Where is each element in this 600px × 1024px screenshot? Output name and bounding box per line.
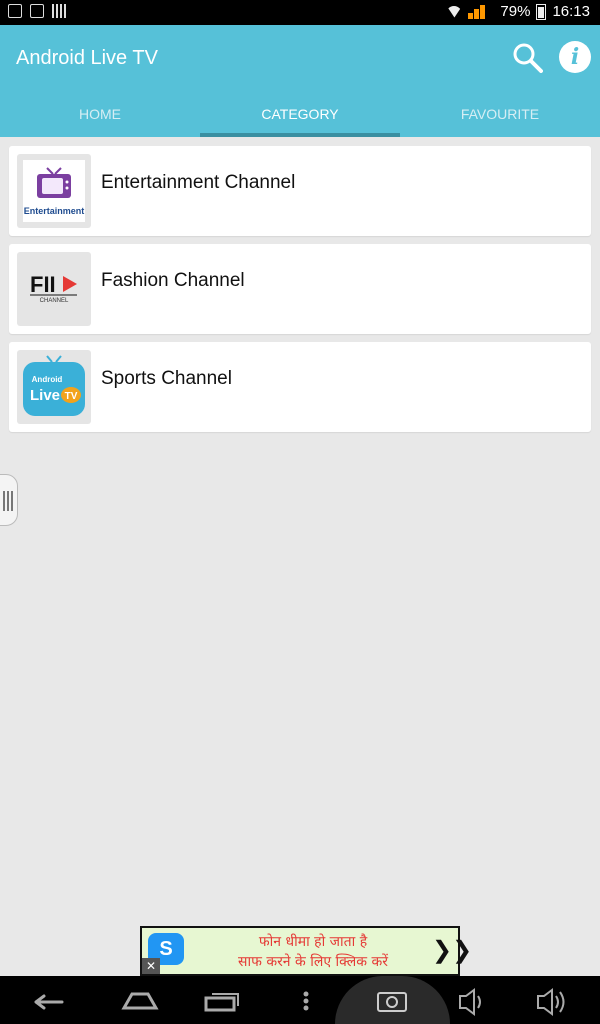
status-bar: 79% 16:13 (0, 0, 600, 25)
entertainment-thumb-text: Entertainment (24, 206, 85, 216)
screenshot-icon[interactable] (377, 992, 407, 1012)
ad-close-icon[interactable]: ✕ (142, 958, 160, 974)
tv-badge-text: TV (65, 391, 78, 402)
signal-icon (468, 4, 494, 19)
category-label: Fashion Channel (101, 270, 245, 291)
home-icon[interactable] (121, 992, 159, 1010)
tv-icon: Entertainment (24, 167, 85, 216)
info-icon[interactable]: i (559, 41, 591, 73)
nav-icons (34, 988, 565, 1016)
tab-home[interactable]: HOME (0, 95, 200, 137)
ad-text-line2: साफ करने के लिए क्लिक करें (238, 954, 388, 970)
battery-icon (536, 3, 547, 20)
search-icon[interactable] (511, 41, 543, 73)
svg-text:Android: Android (32, 375, 63, 384)
app-bar: Android Live TV i HOME CATEGORY FAVOURIT… (0, 25, 600, 137)
category-card-fashion[interactable]: FII CHANNEL Fashion Channel (9, 244, 591, 334)
clock: 16:13 (552, 3, 590, 20)
category-card-sports[interactable]: Android Live TV Sports Channel (9, 342, 591, 432)
fashion-thumb-text: FII (30, 272, 56, 297)
volume-up-icon[interactable] (537, 988, 565, 1016)
category-label: Entertainment Channel (101, 172, 296, 193)
barcode-icon (52, 4, 66, 18)
fashion-logo: FII CHANNEL (30, 272, 77, 304)
tab-category[interactable]: CATEGORY (200, 95, 400, 137)
battery-percent: 79% (500, 3, 531, 20)
svg-text:Live: Live (30, 387, 60, 404)
android-live-tv-logo: Android Live TV (23, 355, 85, 416)
ad-banner[interactable]: S फोन धीमा हो जाता है साफ करने के लिए क्… (140, 926, 472, 976)
wifi-icon (446, 5, 463, 18)
ad-text-line1: फोन धीमा हो जाता है (258, 934, 368, 950)
category-list: Entertainment Entertainment Channel FII … (9, 146, 591, 440)
volume-down-icon[interactable] (459, 988, 481, 1016)
recents-icon[interactable] (204, 993, 239, 1012)
tab-bar: HOME CATEGORY FAVOURITE (0, 95, 600, 137)
fashion-thumbnail: FII CHANNEL (17, 252, 91, 326)
sports-thumbnail: Android Live TV (17, 350, 91, 424)
menu-icon[interactable] (303, 991, 309, 1011)
entertainment-thumbnail: Entertainment (17, 154, 91, 228)
category-label: Sports Channel (101, 368, 232, 389)
side-drawer-handle[interactable] (0, 474, 18, 526)
tab-favourite[interactable]: FAVOURITE (400, 95, 600, 137)
image-icon (8, 4, 22, 18)
fashion-thumb-sub: CHANNEL (40, 298, 69, 304)
sd-card-icon (30, 4, 44, 18)
ad-arrow-icon[interactable]: ❯❯ (432, 936, 472, 965)
app-title: Android Live TV (16, 47, 158, 69)
back-icon[interactable] (34, 994, 64, 1010)
category-card-entertainment[interactable]: Entertainment Entertainment Channel (9, 146, 591, 236)
